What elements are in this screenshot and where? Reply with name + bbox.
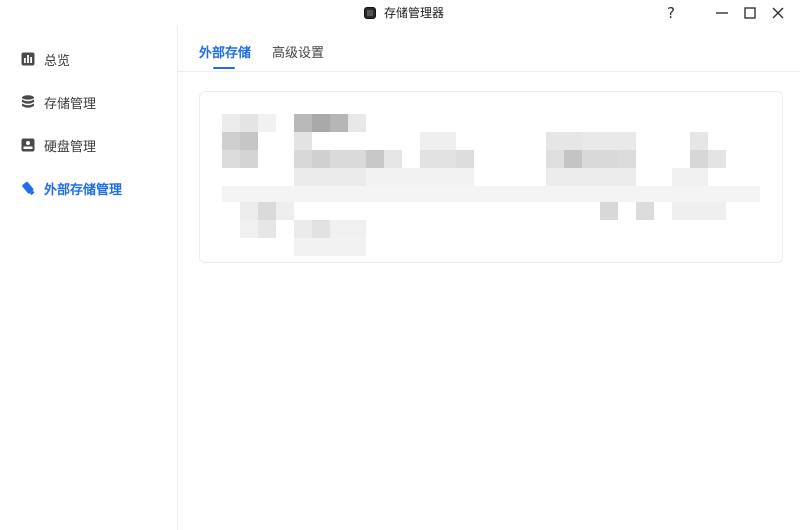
main-panel: 外部存储 高级设置: [178, 25, 800, 530]
disk-icon: [20, 137, 36, 153]
sidebar-item-disk[interactable]: 硬盘管理: [0, 130, 178, 160]
help-button[interactable]: ?: [660, 2, 682, 24]
maximize-button[interactable]: [739, 2, 761, 24]
maximize-icon: [744, 7, 756, 19]
tab-external-storage[interactable]: 外部存储: [199, 42, 251, 69]
minimize-button[interactable]: [711, 2, 733, 24]
sidebar-item-label: 存储管理: [44, 96, 97, 112]
window-title: 存储管理器: [384, 6, 445, 20]
tab-bar: 外部存储 高级设置: [178, 25, 800, 72]
sidebar-item-storage[interactable]: 存储管理: [0, 87, 178, 117]
close-button[interactable]: [767, 2, 789, 24]
title-bar: 存储管理器 ?: [0, 0, 800, 25]
sidebar-item-label: 外部存储管理: [44, 182, 123, 198]
redacted-content: [200, 92, 782, 262]
minimize-icon: [716, 12, 728, 14]
chart-icon: [20, 51, 36, 67]
usb-drive-icon: [20, 180, 36, 196]
app-icon: [364, 6, 376, 19]
sidebar-item-external-storage[interactable]: 外部存储管理: [0, 173, 178, 203]
sidebar-item-label: 总览: [44, 53, 71, 69]
external-storage-card: [199, 91, 783, 263]
sidebar-item-label: 硬盘管理: [44, 139, 97, 155]
sidebar-item-overview[interactable]: 总览: [0, 44, 178, 74]
sidebar: 总览 存储管理 硬盘管理 外部存储管理: [0, 25, 178, 530]
close-icon: [772, 7, 784, 19]
window-title-group: 存储管理器: [364, 4, 444, 21]
database-icon: [20, 94, 36, 110]
tab-advanced-settings[interactable]: 高级设置: [272, 42, 324, 64]
